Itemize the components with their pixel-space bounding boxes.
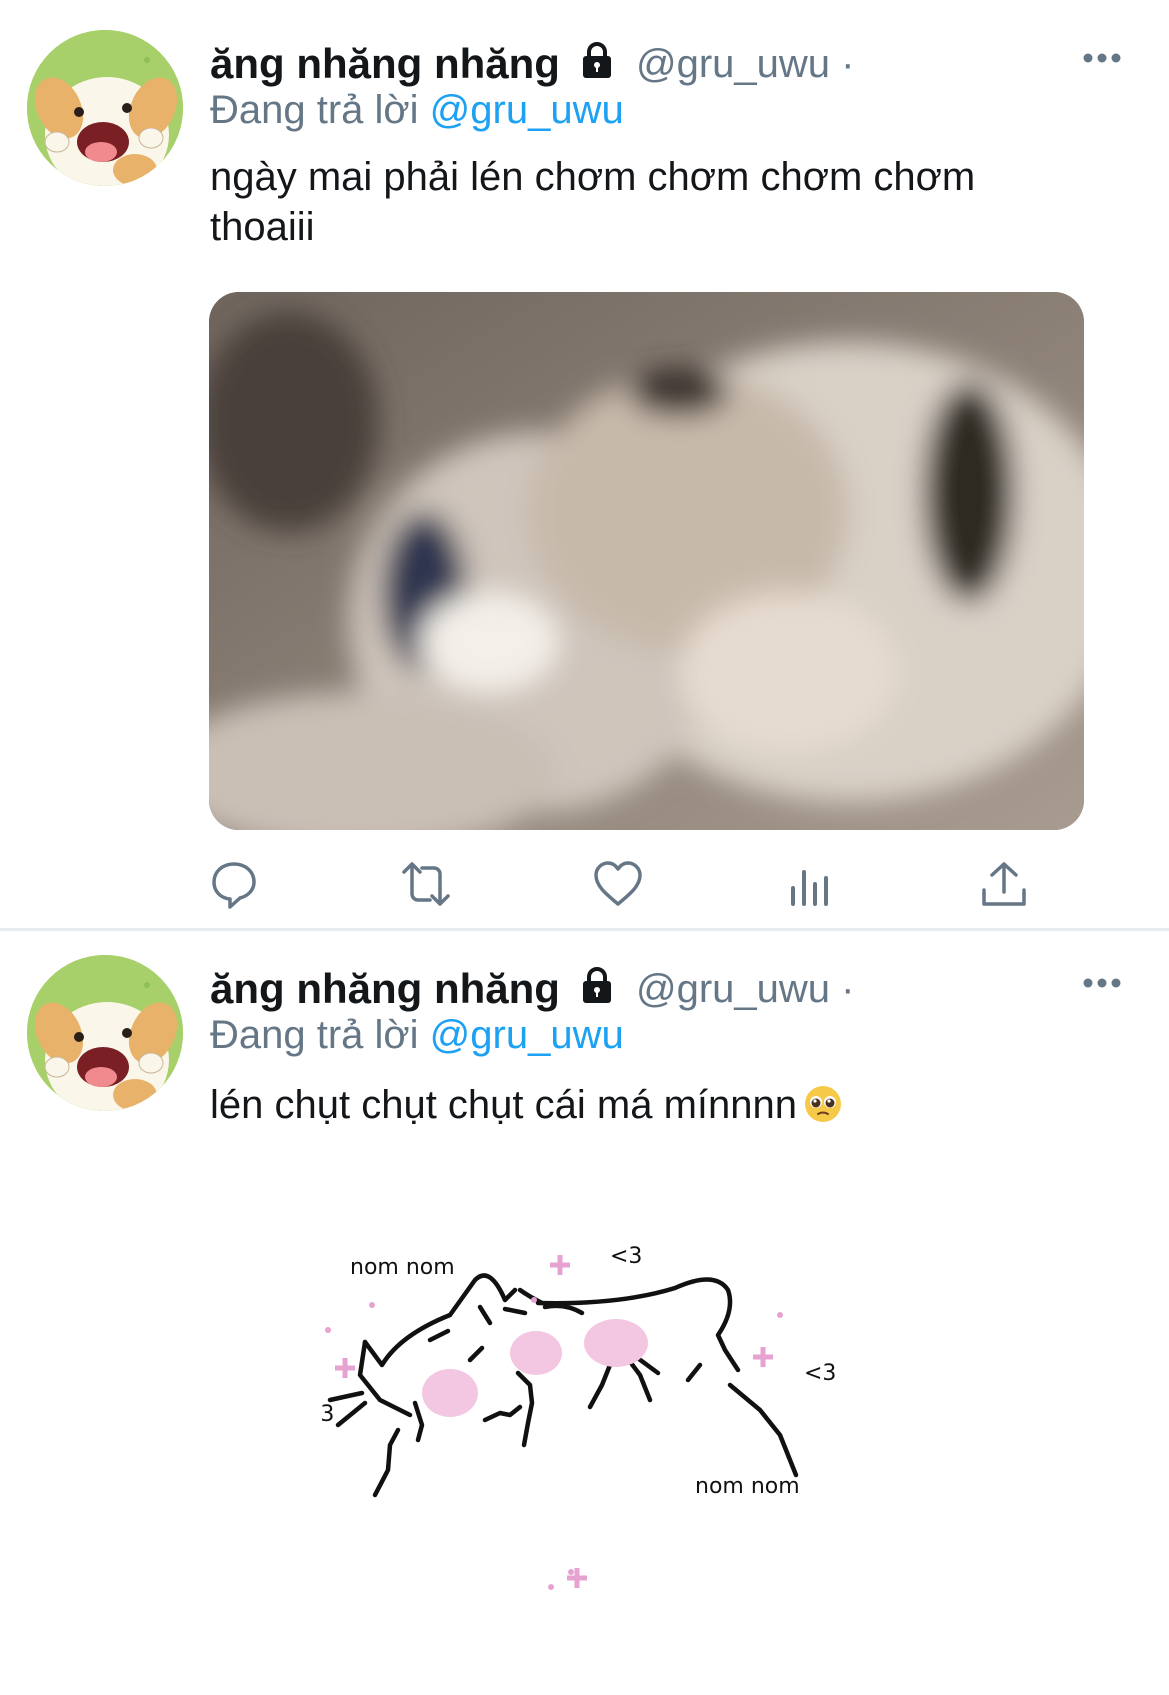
reply-mention-link[interactable]: @gru_uwu [430, 1013, 624, 1057]
lock-icon [583, 967, 611, 1003]
display-name[interactable]: ăng nhăng nhăng [210, 965, 560, 1013]
drawing-label-nom-bottom: nom nom [695, 1474, 800, 1499]
tweet-actions [0, 858, 1169, 910]
cat-drawing-image[interactable]: nom nom <3 <3 <3 nom nom [320, 1245, 920, 1630]
avatar[interactable] [27, 30, 183, 186]
display-name[interactable]: ăng nhăng nhăng [210, 40, 560, 88]
handle[interactable]: @gru_uwu · [636, 42, 854, 87]
replying-prefix: Đang trả lời [210, 1013, 419, 1057]
analytics-icon[interactable] [785, 858, 837, 910]
tweet-text: lén chụt chụt chụt cái má mínnnn [210, 1080, 1090, 1130]
pleading-face-emoji-icon [805, 1086, 841, 1122]
reply-icon[interactable] [208, 858, 260, 910]
drawing-label-heart-right: <3 [804, 1361, 836, 1386]
reply-mention-link[interactable]: @gru_uwu [430, 88, 624, 132]
like-icon[interactable] [592, 858, 644, 910]
more-options-icon[interactable] [1082, 977, 1122, 989]
more-options-icon[interactable] [1082, 52, 1122, 64]
drawing-label-heart-top: <3 [610, 1245, 642, 1269]
tweet-1[interactable]: ăng nhăng nhăng @gru_uwu · Đang trả lời … [0, 0, 1169, 931]
drawing-label-heart-left: <3 [320, 1402, 334, 1427]
replying-to: Đang trả lời @gru_uwu [210, 88, 624, 133]
share-icon[interactable] [978, 858, 1030, 910]
lock-icon [583, 42, 611, 78]
tweet-text-content: lén chụt chụt chụt cái má mínnnn [210, 1083, 797, 1127]
drawing-label-nom-top: nom nom [350, 1255, 455, 1280]
avatar[interactable] [27, 955, 183, 1111]
tweet-media-photo[interactable] [209, 292, 1084, 830]
replying-to: Đang trả lời @gru_uwu [210, 1013, 624, 1058]
retweet-icon[interactable] [400, 858, 452, 910]
tweet-text: ngày mai phải lén chơm chơm chơm chơm th… [210, 155, 976, 249]
replying-prefix: Đang trả lời [210, 88, 419, 132]
handle[interactable]: @gru_uwu · [636, 967, 854, 1012]
